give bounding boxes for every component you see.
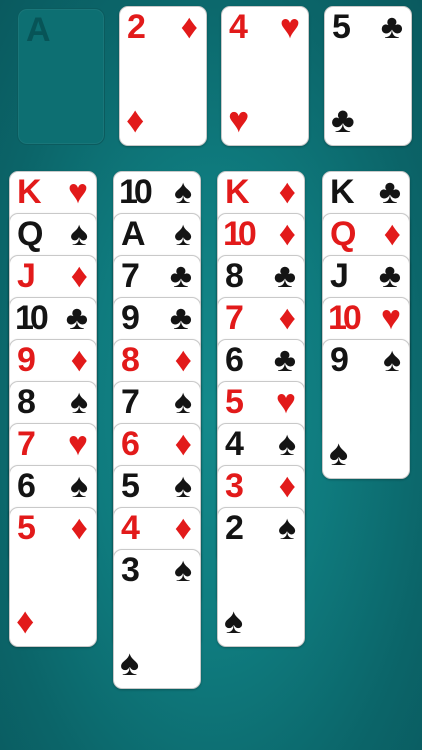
card-rank: K	[330, 173, 355, 211]
card-suit-icon: ♠	[69, 467, 88, 505]
card-suit-icon: ♣	[273, 257, 296, 295]
card-center-suit-icon: ♠	[120, 642, 140, 683]
card-suit-icon: ♦	[70, 509, 88, 547]
foundation-card[interactable]: 2 ♦ ♦	[119, 6, 207, 146]
card-rank: 6	[17, 467, 36, 505]
card-suit-icon: ♠	[173, 215, 192, 253]
card-suit-icon: ♠	[69, 383, 88, 421]
card-rank: Q	[330, 215, 357, 253]
card-rank: 9	[17, 341, 36, 379]
card-rank: K	[17, 173, 42, 211]
card-suit-icon: ♦	[278, 173, 296, 211]
card-suit-icon: ♥	[275, 383, 296, 421]
card-rank: 5	[121, 467, 140, 505]
card-rank: 10	[119, 173, 153, 211]
card-suit-icon: ♦	[70, 257, 88, 295]
card-suit-icon: ♠	[277, 425, 296, 463]
card-rank: 4	[225, 425, 244, 463]
card-suit-icon: ♥	[67, 173, 88, 211]
card-suit-icon: ♣	[65, 299, 88, 337]
card-rank: 7	[121, 257, 140, 295]
card-rank: 6	[121, 425, 140, 463]
card-rank: 5	[17, 509, 36, 547]
card-suit-icon: ♦	[278, 215, 296, 253]
card-rank: 2	[127, 8, 146, 46]
card-suit-icon: ♠	[173, 383, 192, 421]
card-suit-icon: ♠	[277, 509, 296, 547]
card-rank: 4	[229, 8, 248, 46]
card-rank: 7	[225, 299, 244, 337]
card-rank: 5	[332, 8, 351, 46]
card-suit-icon: ♣	[380, 8, 403, 46]
card-suit-icon: ♠	[69, 215, 88, 253]
card-suit-icon: ♥	[67, 425, 88, 463]
card-suit-icon: ♠	[382, 341, 401, 379]
card-center-suit-icon: ♦	[126, 99, 145, 140]
card-suit-icon: ♦	[174, 341, 192, 379]
card-rank: 8	[17, 383, 36, 421]
tableau-card[interactable]: 2 ♠ ♠	[217, 507, 305, 647]
card-center-suit-icon: ♠	[329, 432, 349, 473]
card-suit-icon: ♣	[378, 257, 401, 295]
card-suit-icon: ♣	[378, 173, 401, 211]
tableau-card[interactable]: 9 ♠ ♠	[322, 339, 410, 479]
card-rank: 7	[17, 425, 36, 463]
foundation-card[interactable]: 5 ♣ ♣	[324, 6, 412, 146]
card-rank: 10	[15, 299, 49, 337]
card-rank: J	[17, 257, 36, 295]
tableau-card[interactable]: 3 ♠ ♠	[113, 549, 201, 689]
tableau-card[interactable]: 5 ♦ ♦	[9, 507, 97, 647]
card-suit-icon: ♦	[174, 425, 192, 463]
card-rank: 6	[225, 341, 244, 379]
card-rank: A	[121, 215, 146, 253]
card-suit-icon: ♠	[173, 467, 192, 505]
free-cell-slot[interactable]: A	[17, 8, 105, 145]
card-suit-icon: ♥	[380, 299, 401, 337]
card-suit-icon: ♦	[278, 467, 296, 505]
card-rank: 3	[121, 551, 140, 589]
card-rank: 8	[121, 341, 140, 379]
card-center-suit-icon: ♥	[228, 99, 250, 140]
card-rank: 2	[225, 509, 244, 547]
card-rank: J	[330, 257, 349, 295]
card-suit-icon: ♦	[278, 299, 296, 337]
card-suit-icon: ♣	[169, 257, 192, 295]
card-center-suit-icon: ♦	[16, 600, 35, 641]
card-suit-icon: ♦	[70, 341, 88, 379]
card-rank: 7	[121, 383, 140, 421]
card-rank: K	[225, 173, 250, 211]
card-rank: 10	[223, 215, 257, 253]
card-rank: 10	[328, 299, 362, 337]
card-rank: 4	[121, 509, 140, 547]
card-rank: Q	[17, 215, 44, 253]
card-suit-icon: ♥	[279, 8, 300, 46]
card-rank: 5	[225, 383, 244, 421]
foundation-card[interactable]: 4 ♥ ♥	[221, 6, 309, 146]
card-rank: 9	[121, 299, 140, 337]
card-suit-icon: ♠	[173, 551, 192, 589]
card-suit-icon: ♦	[180, 8, 198, 46]
card-center-suit-icon: ♣	[331, 99, 355, 140]
free-cell-label: A	[26, 11, 51, 49]
card-suit-icon: ♣	[169, 299, 192, 337]
card-suit-icon: ♦	[174, 509, 192, 547]
card-suit-icon: ♦	[383, 215, 401, 253]
card-center-suit-icon: ♠	[224, 600, 244, 641]
card-rank: 8	[225, 257, 244, 295]
card-suit-icon: ♣	[273, 341, 296, 379]
card-suit-icon: ♠	[173, 173, 192, 211]
card-rank: 3	[225, 467, 244, 505]
card-rank: 9	[330, 341, 349, 379]
